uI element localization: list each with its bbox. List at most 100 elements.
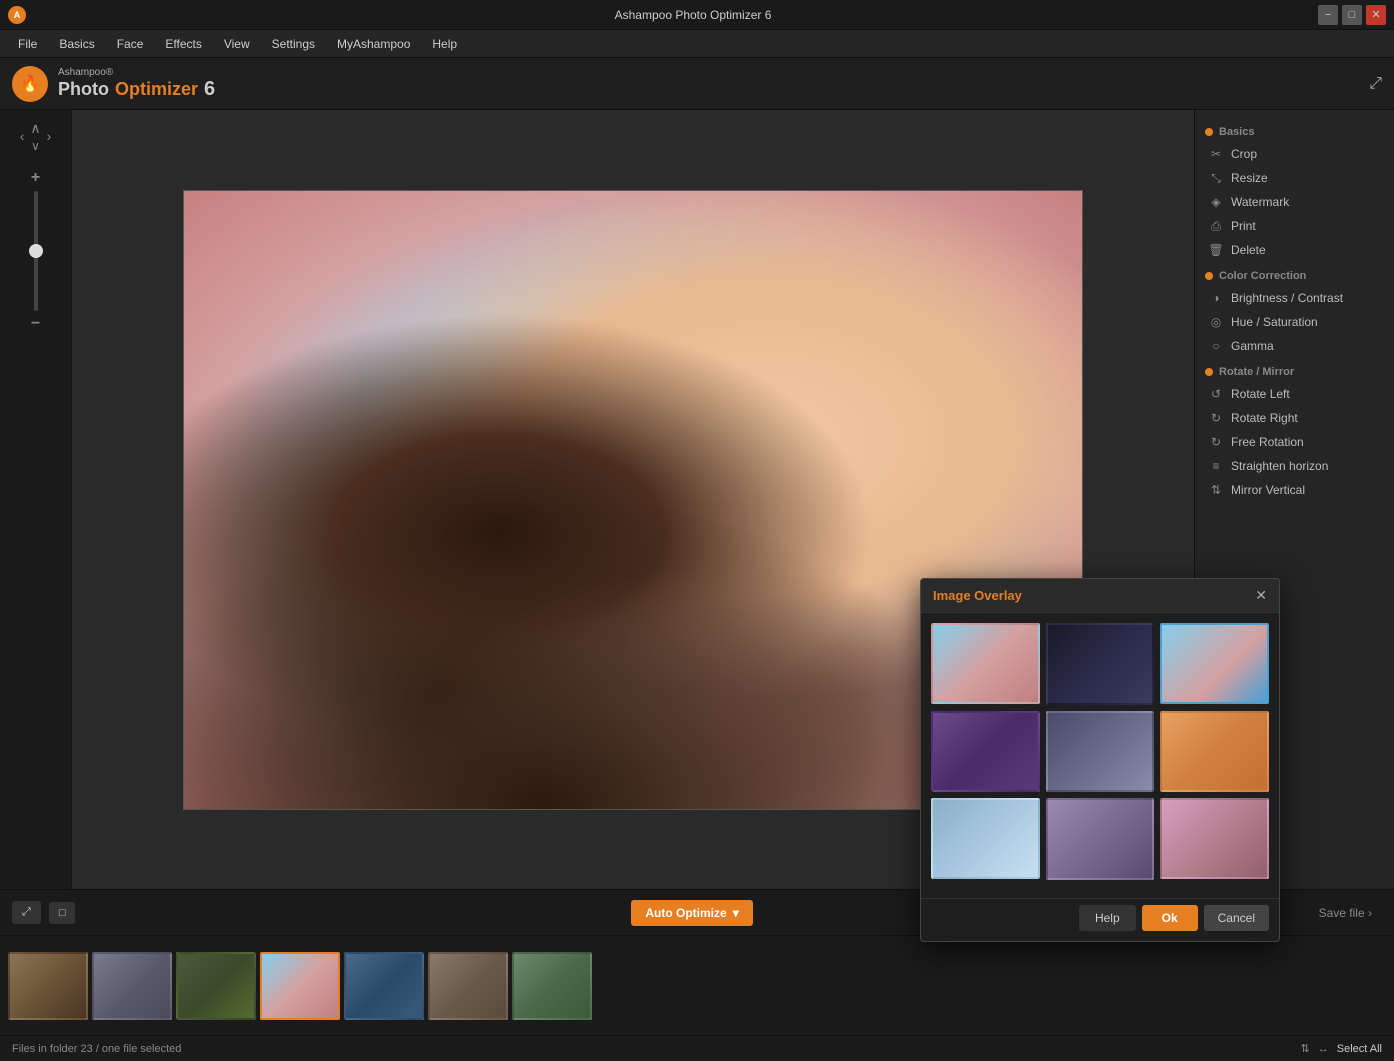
- section-basics-label: Basics: [1219, 126, 1254, 138]
- overlay-thumb-image-1: [933, 625, 1038, 702]
- menu-myashampoo[interactable]: MyAshampoo: [327, 33, 420, 55]
- overlay-thumb-3[interactable]: [1160, 623, 1269, 704]
- watermark-label: Watermark: [1231, 195, 1289, 209]
- menu-settings[interactable]: Settings: [262, 33, 325, 55]
- nav-up-arrow[interactable]: ∧: [28, 118, 42, 139]
- thumb-image-7: [514, 954, 590, 1018]
- dialog-footer: Help Ok Cancel: [921, 898, 1279, 941]
- menu-effects[interactable]: Effects: [155, 33, 211, 55]
- thumb-image-6: [430, 954, 506, 1018]
- overlay-thumb-6[interactable]: [1160, 711, 1269, 792]
- auto-optimize-button[interactable]: Auto Optimize ▾: [631, 900, 752, 926]
- overlay-thumb-5[interactable]: [1046, 711, 1155, 793]
- select-all-button[interactable]: Select All: [1337, 1043, 1382, 1055]
- app-icon: A: [8, 6, 26, 24]
- nav-right-arrow[interactable]: ›: [45, 126, 54, 146]
- panel-item-rotate-left[interactable]: ↺ Rotate Left: [1195, 382, 1394, 406]
- arrows-icon[interactable]: ↔: [1318, 1043, 1329, 1055]
- free-rotation-icon: ↻: [1209, 435, 1223, 449]
- overlay-thumb-9[interactable]: [1160, 798, 1269, 879]
- panel-item-watermark[interactable]: ◈ Watermark: [1195, 190, 1394, 214]
- filmstrip-thumb-7[interactable]: [512, 952, 592, 1020]
- filmstrip-thumb-1[interactable]: [8, 952, 88, 1020]
- resize-label: Resize: [1231, 171, 1268, 185]
- dialog-close-button[interactable]: ✕: [1255, 587, 1267, 604]
- filmstrip-thumb-3[interactable]: [176, 952, 256, 1020]
- zoom-in-button[interactable]: +: [31, 169, 40, 187]
- overlay-thumb-image-3: [1162, 625, 1267, 702]
- nav-left-arrow[interactable]: ‹: [18, 126, 27, 146]
- panel-item-mirror-vertical[interactable]: ⇅ Mirror Vertical: [1195, 478, 1394, 502]
- overlay-thumb-image-7: [933, 800, 1038, 877]
- overlay-thumb-7[interactable]: [931, 798, 1040, 879]
- panel-item-free-rotation[interactable]: ↻ Free Rotation: [1195, 430, 1394, 454]
- help-button[interactable]: Help: [1079, 905, 1136, 931]
- panel-item-gamma[interactable]: ○ Gamma: [1195, 334, 1394, 358]
- nav-down-arrow[interactable]: ∨: [31, 139, 40, 153]
- menu-basics[interactable]: Basics: [49, 33, 104, 55]
- filmstrip-thumb-4[interactable]: [260, 952, 340, 1020]
- overlay-thumb-image-9: [1162, 800, 1267, 877]
- resize-icon: ⤡: [1209, 171, 1223, 185]
- zoom-handle[interactable]: [29, 244, 43, 258]
- left-nav: ‹ ∧ ∨ › + −: [0, 110, 72, 889]
- panel-item-crop[interactable]: ✂ Crop: [1195, 142, 1394, 166]
- brand-photo: Photo: [58, 79, 109, 100]
- overlay-thumb-image-2: [1048, 625, 1153, 703]
- panel-item-resize[interactable]: ⤡ Resize: [1195, 166, 1394, 190]
- zoom-slider[interactable]: [34, 191, 38, 311]
- panel-item-rotate-right[interactable]: ↻ Rotate Right: [1195, 406, 1394, 430]
- app-logo: 🔥 Ashampoo® Photo Optimizer 6: [12, 66, 215, 102]
- print-label: Print: [1231, 219, 1256, 233]
- panel-item-brightness[interactable]: ◑ Brightness / Contrast: [1195, 286, 1394, 310]
- section-color-label: Color Correction: [1219, 270, 1306, 282]
- filmstrip-thumb-2[interactable]: [92, 952, 172, 1020]
- maximize-button[interactable]: □: [1342, 5, 1362, 25]
- save-file-button[interactable]: Save file ›: [1309, 901, 1382, 925]
- close-button[interactable]: ✕: [1366, 5, 1386, 25]
- window-title: Ashampoo Photo Optimizer 6: [68, 8, 1318, 22]
- dialog-header: Image Overlay ✕: [921, 579, 1279, 613]
- overlay-thumb-image-4: [933, 713, 1038, 790]
- section-color-correction: Color Correction: [1195, 266, 1394, 286]
- mirror-vertical-label: Mirror Vertical: [1231, 483, 1305, 497]
- panel-item-delete[interactable]: 🗑 Delete: [1195, 238, 1394, 262]
- thumb-image-2: [94, 954, 170, 1018]
- brand-top: Ashampoo®: [58, 67, 215, 78]
- filmstrip-thumb-6[interactable]: [428, 952, 508, 1020]
- overlay-thumb-4[interactable]: [931, 711, 1040, 792]
- rotate-right-label: Rotate Right: [1231, 411, 1298, 425]
- zoom-out-button[interactable]: −: [31, 315, 40, 333]
- menu-help[interactable]: Help: [422, 33, 467, 55]
- watermark-icon: ◈: [1209, 195, 1223, 209]
- filmstrip-thumb-5[interactable]: [344, 952, 424, 1020]
- crop-icon: ✂: [1209, 147, 1223, 161]
- zoom-controls: + −: [31, 169, 40, 333]
- sort-icon[interactable]: ⇅: [1301, 1042, 1310, 1055]
- panel-item-straighten[interactable]: ≡ Straighten horizon: [1195, 454, 1394, 478]
- section-dot-3: [1205, 368, 1213, 376]
- free-rotation-label: Free Rotation: [1231, 435, 1304, 449]
- menu-file[interactable]: File: [8, 33, 47, 55]
- preview-button[interactable]: □: [49, 902, 76, 924]
- share-icon[interactable]: ⤢: [1369, 75, 1382, 93]
- panel-item-print[interactable]: ⎙ Print: [1195, 214, 1394, 238]
- section-dot: [1205, 128, 1213, 136]
- status-text: Files in folder 23 / one file selected: [12, 1043, 181, 1055]
- overlay-thumb-2[interactable]: [1046, 623, 1155, 705]
- overlay-thumb-1[interactable]: [931, 623, 1040, 704]
- overlay-thumb-8[interactable]: [1046, 798, 1155, 880]
- section-rotate-label: Rotate / Mirror: [1219, 366, 1294, 378]
- ok-button[interactable]: Ok: [1142, 905, 1198, 931]
- panel-item-hue[interactable]: ◎ Hue / Saturation: [1195, 310, 1394, 334]
- forward-icon: ›: [1368, 906, 1372, 920]
- expand-button[interactable]: ⤢: [12, 901, 41, 924]
- minimize-button[interactable]: −: [1318, 5, 1338, 25]
- brand-version: 6: [204, 78, 215, 101]
- mirror-vertical-icon: ⇅: [1209, 483, 1223, 497]
- menu-face[interactable]: Face: [107, 33, 154, 55]
- thumb-image-4: [262, 954, 338, 1018]
- cancel-button[interactable]: Cancel: [1204, 905, 1269, 931]
- menu-view[interactable]: View: [214, 33, 260, 55]
- window-controls: − □ ✕: [1318, 5, 1386, 25]
